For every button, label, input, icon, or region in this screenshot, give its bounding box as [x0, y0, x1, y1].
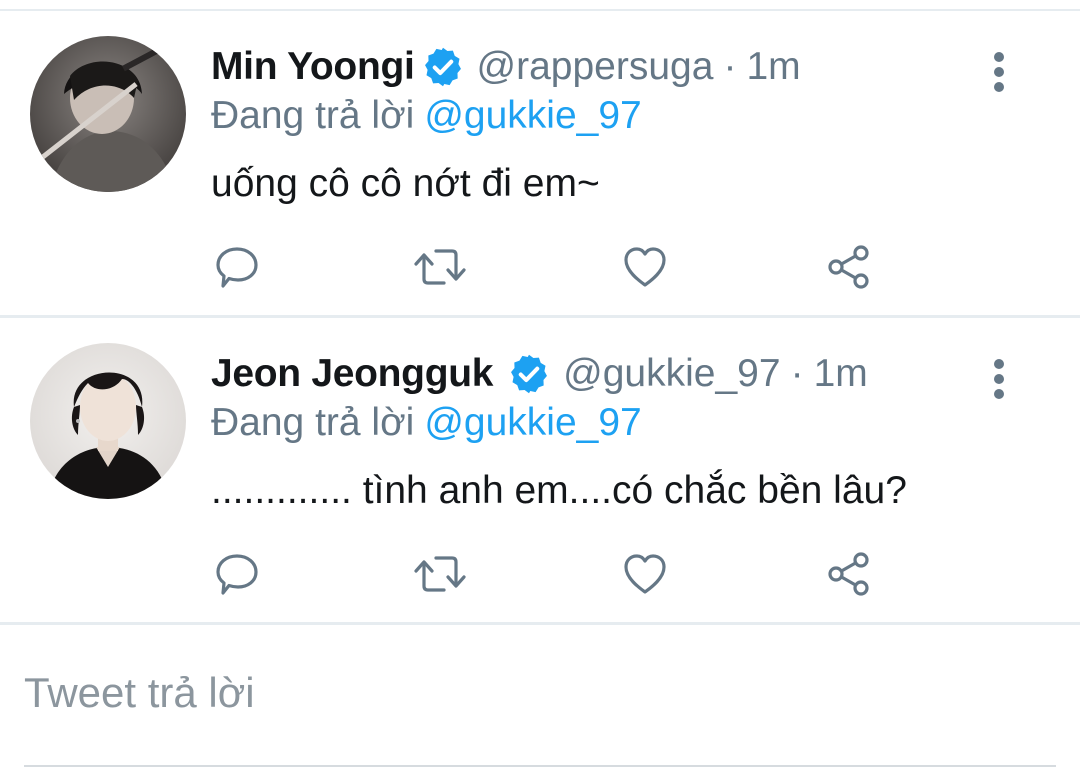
retweet-button[interactable]: [412, 546, 468, 602]
more-options-icon[interactable]: [984, 354, 1014, 402]
reply-icon: [216, 247, 258, 288]
tweet-header: Min Yoongi @rappersuga · 1m: [211, 45, 801, 89]
like-button[interactable]: [617, 546, 673, 602]
tweet-header: Jeon Jeongguk @gukkie_97 · 1m: [211, 352, 868, 396]
tweet[interactable]: Min Yoongi @rappersuga · 1m Đang trả lời…: [0, 11, 1080, 315]
reply-input-underline: [24, 765, 1056, 767]
display-name[interactable]: Jeon Jeongguk: [211, 352, 493, 396]
user-handle[interactable]: @rappersuga: [477, 45, 714, 89]
timestamp[interactable]: 1m: [746, 45, 800, 89]
replying-to-label: Đang trả lời: [211, 94, 415, 137]
tweet-text: ............. tình anh em....có chắc bền…: [211, 469, 907, 512]
more-options-icon[interactable]: [984, 47, 1014, 95]
retweet-icon: [414, 249, 466, 285]
avatar[interactable]: [30, 343, 186, 499]
replying-to: Đang trả lời @gukkie_97: [211, 93, 642, 139]
separator-dot: ·: [790, 352, 804, 395]
like-button[interactable]: [617, 239, 673, 295]
reply-mention-link[interactable]: @gukkie_97: [424, 401, 641, 444]
heart-icon: [624, 247, 666, 287]
heart-icon: [624, 554, 666, 594]
tweet-actions: [0, 239, 1080, 295]
tweet[interactable]: Jeon Jeongguk @gukkie_97 · 1m Đang trả l…: [0, 318, 1080, 622]
share-button[interactable]: [821, 239, 877, 295]
timestamp[interactable]: 1m: [814, 352, 868, 396]
reply-button[interactable]: [209, 239, 265, 295]
retweet-icon: [414, 556, 466, 592]
replying-to: Đang trả lời @gukkie_97: [211, 400, 642, 446]
tweet-actions: [0, 546, 1080, 602]
verified-badge-icon: [507, 352, 551, 396]
share-icon: [828, 245, 869, 289]
user-handle[interactable]: @gukkie_97: [563, 352, 780, 396]
replying-to-label: Đang trả lời: [211, 401, 415, 444]
share-icon: [828, 552, 869, 596]
verified-badge-icon: [421, 45, 465, 89]
avatar-photo-icon: [30, 36, 186, 192]
reply-mention-link[interactable]: @gukkie_97: [424, 94, 641, 137]
reply-compose: [0, 625, 1080, 767]
avatar-photo-icon: [30, 343, 186, 499]
retweet-button[interactable]: [412, 239, 468, 295]
separator-dot: ·: [723, 45, 737, 88]
reply-button[interactable]: [209, 546, 265, 602]
display-name[interactable]: Min Yoongi: [211, 45, 415, 89]
share-button[interactable]: [821, 546, 877, 602]
avatar[interactable]: [30, 36, 186, 192]
reply-input[interactable]: [24, 669, 1044, 717]
tweet-text: uống cô cô nớt đi em~: [211, 162, 600, 205]
reply-icon: [216, 554, 258, 595]
